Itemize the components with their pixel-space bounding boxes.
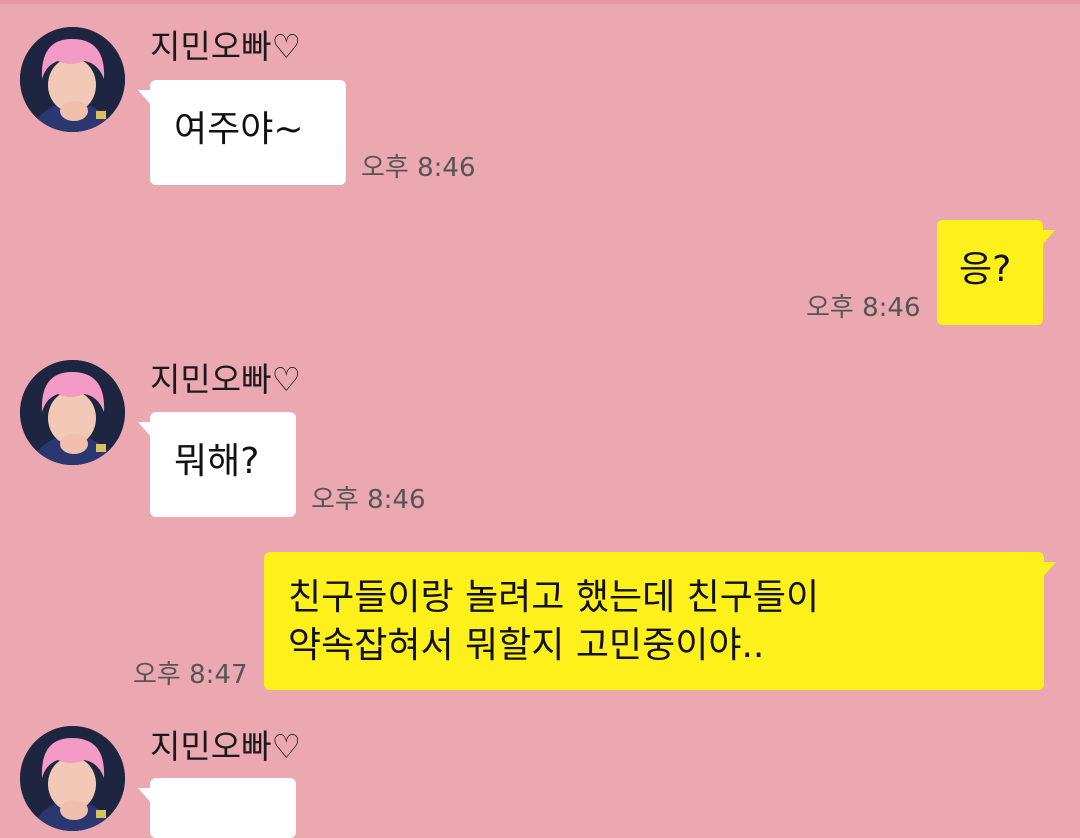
sender-name: 지민오빠♡ bbox=[150, 27, 302, 66]
outgoing-message-bubble[interactable]: 친구들이랑 놀려고 했는데 친구들이 약속잡혀서 뭐할지 고민중이야.. bbox=[264, 552, 1056, 690]
incoming-message-bubble[interactable]: 뭐해? bbox=[138, 412, 296, 517]
avatar-photo-icon bbox=[20, 27, 125, 132]
contact-avatar[interactable] bbox=[20, 726, 125, 831]
message-time: 오후 8:46 bbox=[311, 485, 426, 515]
message-time: 오후 8:46 bbox=[361, 153, 476, 183]
sender-name: 지민오빠♡ bbox=[150, 360, 302, 399]
contact-avatar[interactable] bbox=[20, 360, 125, 465]
outgoing-message-bubble[interactable]: 응? bbox=[937, 220, 1055, 325]
message-text: 응? bbox=[959, 249, 1012, 290]
avatar-photo-icon bbox=[20, 360, 125, 465]
bubble-tail bbox=[1042, 562, 1056, 578]
message-time: 오후 8:46 bbox=[806, 293, 921, 323]
message-text-line: 약속잡혀서 뭐할지 고민중이야.. bbox=[288, 625, 765, 666]
bubble-tail bbox=[1041, 230, 1055, 246]
contact-avatar[interactable] bbox=[20, 27, 125, 132]
bubble-tail bbox=[138, 90, 152, 106]
message-text-line: 친구들이랑 놀려고 했는데 친구들이 bbox=[288, 577, 820, 618]
avatar-photo-icon bbox=[20, 726, 125, 831]
bubble-tail bbox=[138, 422, 152, 438]
bubble-tail bbox=[138, 788, 152, 804]
incoming-message-bubble[interactable] bbox=[138, 778, 296, 838]
message-text: 뭐해? bbox=[174, 441, 260, 482]
top-divider bbox=[0, 0, 1080, 4]
sender-name: 지민오빠♡ bbox=[150, 727, 302, 766]
message-text: 여주야~ bbox=[174, 109, 304, 150]
incoming-message-bubble[interactable]: 여주야~ bbox=[138, 80, 346, 185]
message-time: 오후 8:47 bbox=[133, 660, 248, 690]
